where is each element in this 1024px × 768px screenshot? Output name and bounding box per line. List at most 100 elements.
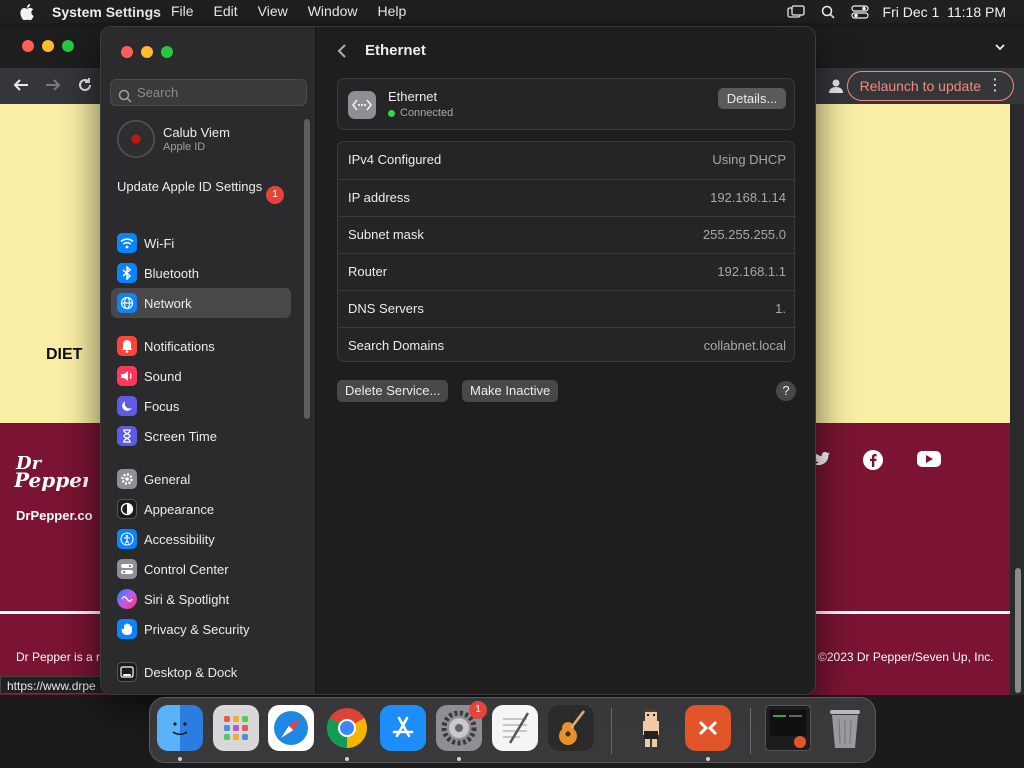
dock-separator [750,708,751,754]
menu-window[interactable]: Window [298,0,368,23]
page-scrollbar[interactable] [1012,104,1024,695]
sidebar-item-label: Privacy & Security [144,621,250,637]
sidebar-item-general[interactable]: General [111,464,291,494]
status-text: Connected [400,107,454,119]
sidebar-item-bluetooth[interactable]: Bluetooth [111,258,291,288]
sidebar-item-label: Screen Time [144,428,217,444]
search-icon[interactable] [819,5,837,19]
sidebar-item-label: Accessibility [144,531,215,547]
running-indicator [706,757,710,761]
update-apple-id-settings[interactable]: Update Apple ID Settings [117,179,287,195]
sidebar-item-label: Notifications [144,338,215,354]
trash-icon[interactable] [822,705,868,751]
sidebar-item-appearance[interactable]: Appearance [111,494,291,524]
help-button[interactable]: ? [776,381,796,401]
reload-icon[interactable] [76,76,94,99]
control-center-icon [117,559,137,579]
account-subtitle: Apple ID [163,141,206,153]
info-row-router: Router 192.168.1.1 [338,253,796,290]
menu-help[interactable]: Help [368,0,417,23]
bluetooth-icon [117,263,137,283]
sidebar-item-label: Control Center [144,561,229,577]
scrollbar-thumb[interactable] [1015,568,1021,693]
sidebar-item-label: Bluetooth [144,265,199,281]
moon-icon [117,396,137,416]
screen-mirroring-icon[interactable] [786,4,805,19]
wifi-icon [117,233,137,253]
garageband-icon[interactable] [548,705,594,751]
accessibility-icon [117,529,137,549]
chrome-minimize-button[interactable] [42,40,54,52]
svg-text:Pepper: Pepper [14,468,88,491]
sidebar-item-accessibility[interactable]: Accessibility [111,524,291,554]
avatar [117,120,155,158]
dr-pepper-logo[interactable]: Dr Pepper [13,451,94,492]
launchpad-icon[interactable] [213,705,259,751]
finder-icon[interactable] [157,705,203,751]
safari-icon[interactable] [268,705,314,751]
sidebar-item-siri-spotlight[interactable]: Siri & Spotlight [111,584,291,614]
status-dot [388,109,395,117]
sidebar-item-desktop-dock[interactable]: Desktop & Dock [111,657,291,687]
menu-clock[interactable]: Fri Dec 1 11:18 PM [883,4,1006,20]
character-app-icon[interactable] [628,705,674,751]
chrome-close-button[interactable] [22,40,34,52]
menu-file[interactable]: File [161,0,204,23]
forward-arrow-icon[interactable] [44,76,62,99]
search-icon [118,86,132,103]
diet-heading: DIET [46,346,83,363]
back-chevron-icon[interactable] [337,43,349,59]
apple-id-account[interactable]: Calub Viem Apple ID [117,120,297,160]
info-row-ipv4: IPv4 Configured Using DHCP [338,142,796,179]
more-options-icon[interactable]: ⋮ [987,72,1003,100]
zoom-button[interactable] [161,46,173,58]
menu-app-name[interactable]: System Settings [36,4,161,20]
details-button[interactable]: Details... [718,88,786,109]
chrome-zoom-button[interactable] [62,40,74,52]
textedit-icon[interactable] [492,705,538,751]
apple-icon[interactable] [18,3,36,21]
make-inactive-button[interactable]: Make Inactive [462,380,559,402]
sidebar-item-privacy-security[interactable]: Privacy & Security [111,614,291,644]
hourglass-icon [117,426,137,446]
close-button[interactable] [121,46,133,58]
sidebar-item-network[interactable]: Network [111,288,291,318]
sidebar-item-control-center[interactable]: Control Center [111,554,291,584]
row-value: 1. [775,301,786,316]
settings-sidebar: Search Calub Viem Apple ID Update Apple … [101,27,316,694]
search-input[interactable]: Search [110,79,307,106]
sidebar-scrollbar[interactable] [304,119,310,419]
running-indicator [345,757,349,761]
chrome-icon[interactable] [324,705,370,751]
sidebar-item-wifi[interactable]: Wi-Fi [111,228,291,258]
control-center-icon[interactable] [850,4,869,19]
sidebar-item-sound[interactable]: Sound [111,361,291,391]
back-arrow-icon[interactable] [12,76,30,99]
chevron-down-icon[interactable] [994,40,1008,54]
minimize-button[interactable] [141,46,153,58]
row-label: Search Domains [348,338,445,353]
hand-icon [117,619,137,639]
site-url-text[interactable]: DrPepper.co [16,508,93,523]
sidebar-item-notifications[interactable]: Notifications [111,331,291,361]
profile-icon[interactable] [826,76,846,96]
remote-desktop-icon[interactable] [685,705,731,751]
row-label: DNS Servers [348,301,424,316]
sidebar-item-focus[interactable]: Focus [111,391,291,421]
account-name: Calub Viem [163,125,230,140]
youtube-icon[interactable] [916,449,941,469]
terminal-window-icon[interactable] [765,705,811,751]
running-indicator [457,757,461,761]
speaker-icon [117,366,137,386]
delete-service-button[interactable]: Delete Service... [337,380,449,402]
row-label: IP address [348,190,410,205]
sidebar-item-label: Focus [144,398,180,414]
relaunch-to-update-button[interactable]: Relaunch to update ⋮ [846,71,1014,101]
sidebar-item-screen-time[interactable]: Screen Time [111,421,291,451]
app-store-icon[interactable] [380,705,426,751]
settings-badge: 1 [469,701,487,719]
facebook-icon[interactable] [862,449,886,470]
row-value: 192.168.1.1 [717,264,786,279]
menu-edit[interactable]: Edit [204,0,248,23]
menu-view[interactable]: View [248,0,298,23]
